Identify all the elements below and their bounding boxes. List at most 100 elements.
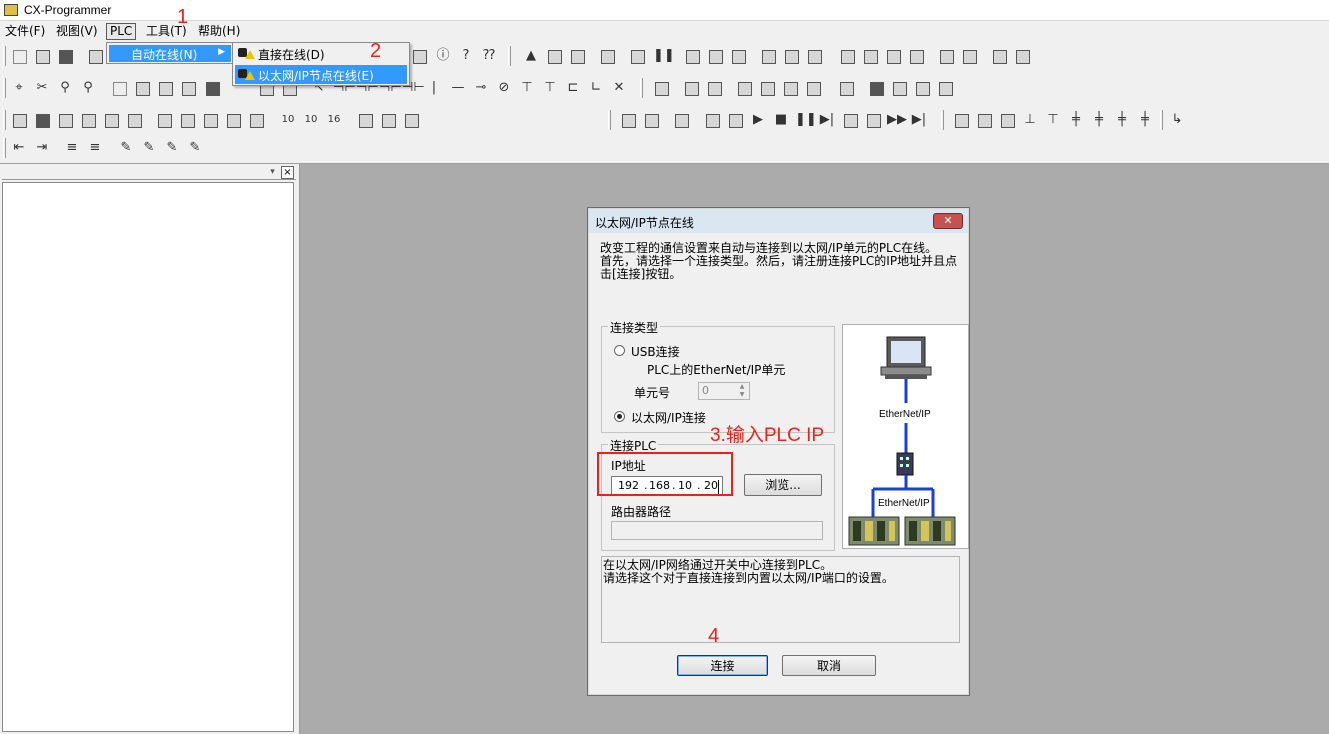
run-icon[interactable]: ▶: [749, 111, 767, 129]
toolbar-grip[interactable]: [3, 46, 6, 66]
instruction-block-icon[interactable]: ⊤: [518, 79, 536, 97]
router-path-input[interactable]: [611, 521, 823, 540]
context-help-icon[interactable]: ⁇: [480, 47, 498, 65]
bus-icon[interactable]: ╪: [1113, 111, 1131, 129]
step-run-icon[interactable]: ▶|: [818, 111, 836, 129]
bus-icon[interactable]: ╪: [1090, 111, 1108, 129]
address-icon[interactable]: [379, 111, 397, 129]
step-into-icon[interactable]: [841, 111, 859, 129]
browse-button[interactable]: 浏览...: [744, 474, 822, 496]
window-icon[interactable]: [125, 111, 143, 129]
monitor-icon[interactable]: [907, 47, 925, 65]
section-icon[interactable]: [735, 79, 753, 97]
view-icon[interactable]: [867, 79, 885, 97]
toolbar-grip[interactable]: [3, 138, 6, 158]
toolbar-grip[interactable]: [1160, 110, 1163, 130]
cancel-button[interactable]: 取消: [782, 655, 876, 676]
close-icon[interactable]: ✕: [933, 213, 963, 229]
help-icon[interactable]: ?: [457, 47, 475, 65]
instruction-block-icon[interactable]: ⊤: [541, 79, 559, 97]
pen-icon[interactable]: ✎: [140, 139, 158, 157]
ethernet-online-icon[interactable]: [598, 47, 616, 65]
scan-run-icon[interactable]: ▶|: [910, 111, 928, 129]
align-icon[interactable]: ≡: [63, 139, 81, 157]
window-icon[interactable]: [56, 111, 74, 129]
spin-up-icon[interactable]: ▲: [735, 383, 749, 391]
toolbar-grip[interactable]: [941, 110, 944, 130]
simulator-icon[interactable]: [672, 111, 690, 129]
network-icon[interactable]: [998, 111, 1016, 129]
view-icon[interactable]: [913, 79, 931, 97]
horizontal-line-icon[interactable]: —: [449, 79, 467, 97]
transfer-icon[interactable]: [706, 47, 724, 65]
pen-icon[interactable]: ✎: [117, 139, 135, 157]
open-folder-icon[interactable]: [33, 47, 51, 65]
window-icon[interactable]: [79, 111, 97, 129]
outdent-icon[interactable]: ⇥: [33, 139, 51, 157]
network-icon[interactable]: [952, 111, 970, 129]
bus-icon[interactable]: ⊤: [1044, 111, 1062, 129]
delete-line-icon[interactable]: ✕: [610, 79, 628, 97]
network-icon[interactable]: [975, 111, 993, 129]
window-icon[interactable]: [102, 111, 120, 129]
bus-icon[interactable]: ╪: [1067, 111, 1085, 129]
window-icon[interactable]: [10, 111, 28, 129]
ladder-view-icon[interactable]: [203, 79, 221, 97]
transfer-icon[interactable]: [683, 47, 701, 65]
branch-icon[interactable]: ⊏: [564, 79, 582, 97]
address-icon[interactable]: [356, 111, 374, 129]
pen-icon[interactable]: ✎: [186, 139, 204, 157]
force-icon[interactable]: [960, 47, 978, 65]
compare-icon[interactable]: [782, 47, 800, 65]
align-icon[interactable]: ≡: [86, 139, 104, 157]
simulator-icon[interactable]: [619, 111, 637, 129]
set-icon[interactable]: [1013, 47, 1031, 65]
hand-icon[interactable]: [703, 111, 721, 129]
pause-sim-icon[interactable]: ❚❚: [795, 111, 817, 129]
continuous-step-icon[interactable]: ▶▶: [887, 111, 907, 129]
compare-icon[interactable]: [805, 47, 823, 65]
monitor-icon[interactable]: [884, 47, 902, 65]
dropdown-icon[interactable]: ▾: [266, 166, 279, 179]
pen-icon[interactable]: ✎: [163, 139, 181, 157]
select-icon[interactable]: ⌖: [10, 79, 28, 97]
simulator-icon[interactable]: [642, 111, 660, 129]
ladder-block-icon[interactable]: [837, 79, 855, 97]
set-icon[interactable]: [990, 47, 1008, 65]
radix-10-icon[interactable]: 10: [302, 111, 320, 129]
toolbar-grip[interactable]: [3, 110, 6, 130]
ladder-icon[interactable]: [179, 79, 197, 97]
io-table-icon[interactable]: [201, 111, 219, 129]
check-icon[interactable]: [936, 79, 954, 97]
io-table-icon[interactable]: [224, 111, 242, 129]
unit-number-stepper[interactable]: 0 ▲ ▼: [698, 382, 750, 400]
save-icon[interactable]: [56, 47, 74, 65]
online-icon[interactable]: ▲: [522, 47, 540, 65]
stop-sim-icon[interactable]: ■: [772, 111, 790, 129]
symbol-icon[interactable]: [705, 79, 723, 97]
radix-16-icon[interactable]: 16: [325, 111, 343, 129]
comment-icon[interactable]: [133, 79, 151, 97]
new-file-icon[interactable]: [10, 47, 28, 65]
io-table-icon[interactable]: [155, 111, 173, 129]
indent-icon[interactable]: ⇤: [10, 139, 28, 157]
view-icon[interactable]: [890, 79, 908, 97]
cut-icon[interactable]: ✂: [33, 79, 51, 97]
close-icon[interactable]: ×: [281, 166, 294, 179]
symbol-icon[interactable]: [682, 79, 700, 97]
menu-plc[interactable]: PLC: [106, 23, 137, 40]
coil-icon[interactable]: ⊸: [472, 79, 490, 97]
io-table-icon[interactable]: [247, 111, 265, 129]
toolbar-icon[interactable]: [410, 47, 428, 65]
toolbar-grip[interactable]: [3, 78, 6, 98]
radix-10-icon[interactable]: 10: [279, 111, 297, 129]
menu-item-auto-online[interactable]: 自动在线(N) ▶: [109, 45, 231, 62]
section-icon[interactable]: [804, 79, 822, 97]
grid-icon[interactable]: [110, 79, 128, 97]
force-icon[interactable]: [937, 47, 955, 65]
usb-radio[interactable]: [614, 345, 625, 356]
ethernet-ip-radio[interactable]: [614, 411, 625, 422]
work-online-icon[interactable]: [568, 47, 586, 65]
transfer-icon[interactable]: [729, 47, 747, 65]
bus-icon[interactable]: ╪: [1136, 111, 1154, 129]
